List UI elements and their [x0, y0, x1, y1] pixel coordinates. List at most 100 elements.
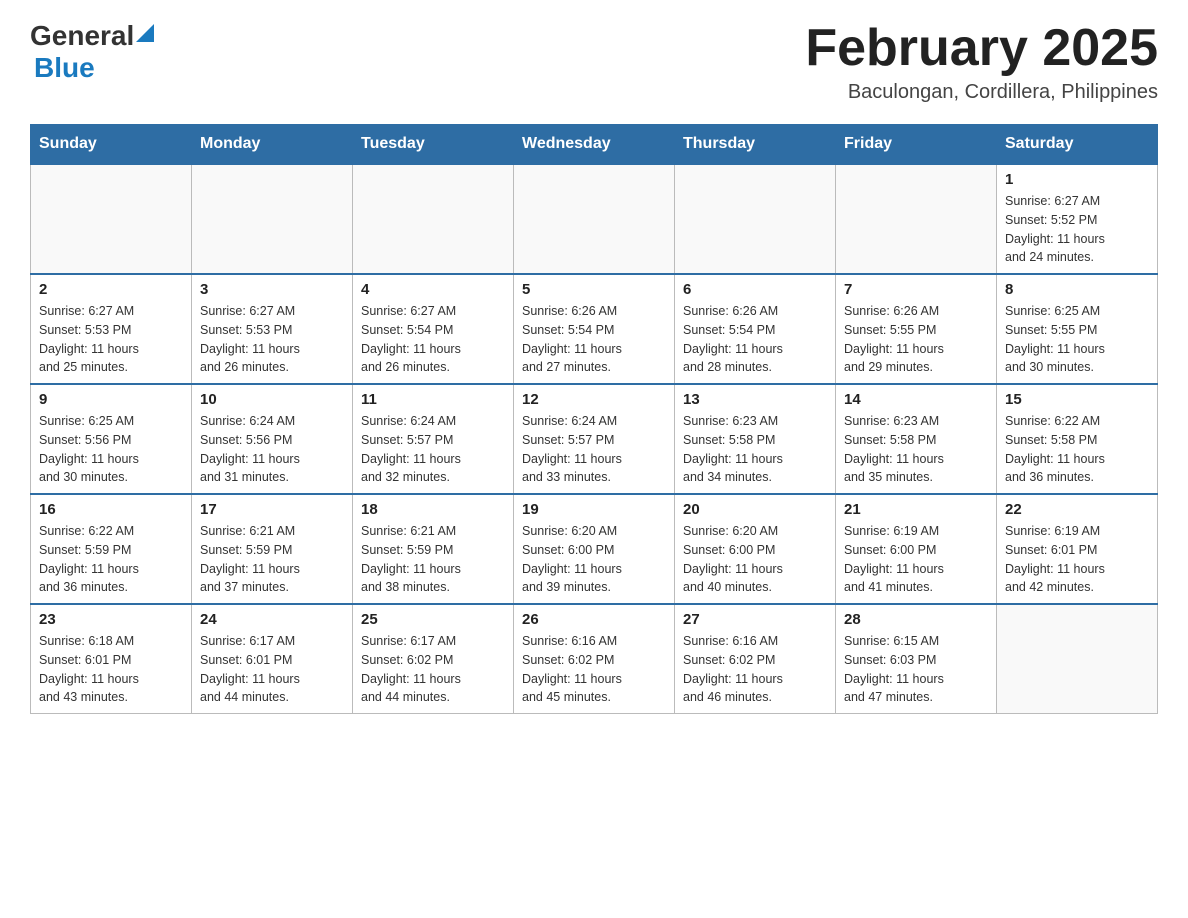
calendar-cell: 2 Sunrise: 6:27 AMSunset: 5:53 PMDaylight… — [31, 274, 192, 384]
page-header: General Blue February 2025 Baculongan, C… — [30, 20, 1158, 104]
day-number: 27 — [683, 611, 827, 628]
calendar-cell: 22 Sunrise: 6:19 AMSunset: 6:01 PMDayligh… — [997, 494, 1158, 604]
calendar-cell: 4 Sunrise: 6:27 AMSunset: 5:54 PMDaylight… — [353, 274, 514, 384]
day-info: Sunrise: 6:24 AMSunset: 5:57 PMDaylight:… — [361, 412, 505, 487]
calendar-cell: 28 Sunrise: 6:15 AMSunset: 6:03 PMDayligh… — [836, 604, 997, 714]
day-number: 18 — [361, 501, 505, 518]
calendar-cell: 10 Sunrise: 6:24 AMSunset: 5:56 PMDayligh… — [192, 384, 353, 494]
calendar-week-row: 16Sunrise: 6:22 AMSunset: 5:59 PMDayligh… — [31, 494, 1158, 604]
calendar-cell: 14 Sunrise: 6:23 AMSunset: 5:58 PMDayligh… — [836, 384, 997, 494]
day-info: Sunrise: 6:22 AMSunset: 5:58 PMDaylight:… — [1005, 412, 1149, 487]
day-number: 21 — [844, 501, 988, 518]
day-info: Sunrise: 6:27 AMSunset: 5:53 PMDaylight:… — [200, 302, 344, 377]
day-number: 4 — [361, 281, 505, 298]
day-info: Sunrise: 6:21 AMSunset: 5:59 PMDaylight:… — [361, 522, 505, 597]
day-number: 17 — [200, 501, 344, 518]
day-number: 2 — [39, 281, 183, 298]
day-info: Sunrise: 6:19 AMSunset: 6:01 PMDaylight:… — [1005, 522, 1149, 597]
day-info: Sunrise: 6:17 AMSunset: 6:02 PMDaylight:… — [361, 632, 505, 707]
calendar-week-row: 1Sunrise: 6:27 AMSunset: 5:52 PMDaylight… — [31, 164, 1158, 274]
day-number: 9 — [39, 391, 183, 408]
day-number: 6 — [683, 281, 827, 298]
page-subtitle: Baculongan, Cordillera, Philippines — [805, 81, 1158, 104]
day-number: 28 — [844, 611, 988, 628]
day-number: 23 — [39, 611, 183, 628]
calendar-cell: 12 Sunrise: 6:24 AMSunset: 5:57 PMDayligh… — [514, 384, 675, 494]
day-info: Sunrise: 6:26 AMSunset: 5:54 PMDaylight:… — [522, 302, 666, 377]
calendar-cell: 17 Sunrise: 6:21 AMSunset: 5:59 PMDayligh… — [192, 494, 353, 604]
calendar-cell: 9 Sunrise: 6:25 AMSunset: 5:56 PMDaylight… — [31, 384, 192, 494]
calendar-day-header: Saturday — [997, 125, 1158, 165]
day-number: 10 — [200, 391, 344, 408]
calendar-cell: 5 Sunrise: 6:26 AMSunset: 5:54 PMDaylight… — [514, 274, 675, 384]
calendar-cell: 26 Sunrise: 6:16 AMSunset: 6:02 PMDayligh… — [514, 604, 675, 714]
calendar-cell: 11 Sunrise: 6:24 AMSunset: 5:57 PMDayligh… — [353, 384, 514, 494]
calendar-week-row: 23Sunrise: 6:18 AMSunset: 6:01 PMDayligh… — [31, 604, 1158, 714]
calendar-cell: 23Sunrise: 6:18 AMSunset: 6:01 PMDayligh… — [31, 604, 192, 714]
calendar-cell: 8 Sunrise: 6:25 AMSunset: 5:55 PMDaylight… — [997, 274, 1158, 384]
calendar-cell — [353, 164, 514, 274]
day-number: 22 — [1005, 501, 1149, 518]
calendar-day-header: Wednesday — [514, 125, 675, 165]
day-info: Sunrise: 6:25 AMSunset: 5:56 PMDaylight:… — [39, 412, 183, 487]
day-number: 25 — [361, 611, 505, 628]
day-number: 3 — [200, 281, 344, 298]
calendar-cell: 24 Sunrise: 6:17 AMSunset: 6:01 PMDayligh… — [192, 604, 353, 714]
day-info: Sunrise: 6:27 AMSunset: 5:54 PMDaylight:… — [361, 302, 505, 377]
calendar-cell: 16Sunrise: 6:22 AMSunset: 5:59 PMDayligh… — [31, 494, 192, 604]
calendar-day-header: Monday — [192, 125, 353, 165]
calendar-cell: 19 Sunrise: 6:20 AMSunset: 6:00 PMDayligh… — [514, 494, 675, 604]
calendar-cell: 27 Sunrise: 6:16 AMSunset: 6:02 PMDayligh… — [675, 604, 836, 714]
day-info: Sunrise: 6:16 AMSunset: 6:02 PMDaylight:… — [522, 632, 666, 707]
calendar-cell — [192, 164, 353, 274]
day-info: Sunrise: 6:20 AMSunset: 6:00 PMDaylight:… — [522, 522, 666, 597]
day-number: 5 — [522, 281, 666, 298]
day-number: 8 — [1005, 281, 1149, 298]
calendar-day-header: Sunday — [31, 125, 192, 165]
day-number: 26 — [522, 611, 666, 628]
day-number: 19 — [522, 501, 666, 518]
calendar-cell — [675, 164, 836, 274]
day-info: Sunrise: 6:25 AMSunset: 5:55 PMDaylight:… — [1005, 302, 1149, 377]
calendar-cell — [836, 164, 997, 274]
day-info: Sunrise: 6:15 AMSunset: 6:03 PMDaylight:… — [844, 632, 988, 707]
day-number: 15 — [1005, 391, 1149, 408]
calendar-day-header: Friday — [836, 125, 997, 165]
day-number: 24 — [200, 611, 344, 628]
day-number: 7 — [844, 281, 988, 298]
day-info: Sunrise: 6:26 AMSunset: 5:55 PMDaylight:… — [844, 302, 988, 377]
day-info: Sunrise: 6:27 AMSunset: 5:53 PMDaylight:… — [39, 302, 183, 377]
calendar-day-header: Thursday — [675, 125, 836, 165]
day-info: Sunrise: 6:21 AMSunset: 5:59 PMDaylight:… — [200, 522, 344, 597]
calendar-table: SundayMondayTuesdayWednesdayThursdayFrid… — [30, 124, 1158, 714]
day-number: 14 — [844, 391, 988, 408]
calendar-cell: 3 Sunrise: 6:27 AMSunset: 5:53 PMDaylight… — [192, 274, 353, 384]
day-info: Sunrise: 6:16 AMSunset: 6:02 PMDaylight:… — [683, 632, 827, 707]
day-info: Sunrise: 6:24 AMSunset: 5:57 PMDaylight:… — [522, 412, 666, 487]
calendar-cell: 25 Sunrise: 6:17 AMSunset: 6:02 PMDayligh… — [353, 604, 514, 714]
calendar-cell: 15 Sunrise: 6:22 AMSunset: 5:58 PMDayligh… — [997, 384, 1158, 494]
calendar-cell: 13Sunrise: 6:23 AMSunset: 5:58 PMDayligh… — [675, 384, 836, 494]
calendar-week-row: 9 Sunrise: 6:25 AMSunset: 5:56 PMDaylight… — [31, 384, 1158, 494]
logo-general-text: General — [30, 20, 134, 52]
calendar-cell: 7 Sunrise: 6:26 AMSunset: 5:55 PMDaylight… — [836, 274, 997, 384]
day-number: 20 — [683, 501, 827, 518]
day-info: Sunrise: 6:23 AMSunset: 5:58 PMDaylight:… — [683, 412, 827, 487]
logo-blue-text: Blue — [34, 52, 95, 84]
day-number: 12 — [522, 391, 666, 408]
calendar-header-row: SundayMondayTuesdayWednesdayThursdayFrid… — [31, 125, 1158, 165]
calendar-cell: 1Sunrise: 6:27 AMSunset: 5:52 PMDaylight… — [997, 164, 1158, 274]
logo: General Blue — [30, 20, 154, 84]
day-number: 11 — [361, 391, 505, 408]
day-info: Sunrise: 6:19 AMSunset: 6:00 PMDaylight:… — [844, 522, 988, 597]
calendar-cell: 18 Sunrise: 6:21 AMSunset: 5:59 PMDayligh… — [353, 494, 514, 604]
day-info: Sunrise: 6:23 AMSunset: 5:58 PMDaylight:… — [844, 412, 988, 487]
day-info: Sunrise: 6:17 AMSunset: 6:01 PMDaylight:… — [200, 632, 344, 707]
calendar-cell — [31, 164, 192, 274]
day-info: Sunrise: 6:24 AMSunset: 5:56 PMDaylight:… — [200, 412, 344, 487]
day-info: Sunrise: 6:26 AMSunset: 5:54 PMDaylight:… — [683, 302, 827, 377]
calendar-cell — [514, 164, 675, 274]
logo-triangle-icon — [136, 24, 154, 42]
calendar-week-row: 2 Sunrise: 6:27 AMSunset: 5:53 PMDaylight… — [31, 274, 1158, 384]
title-block: February 2025 Baculongan, Cordillera, Ph… — [805, 20, 1158, 104]
